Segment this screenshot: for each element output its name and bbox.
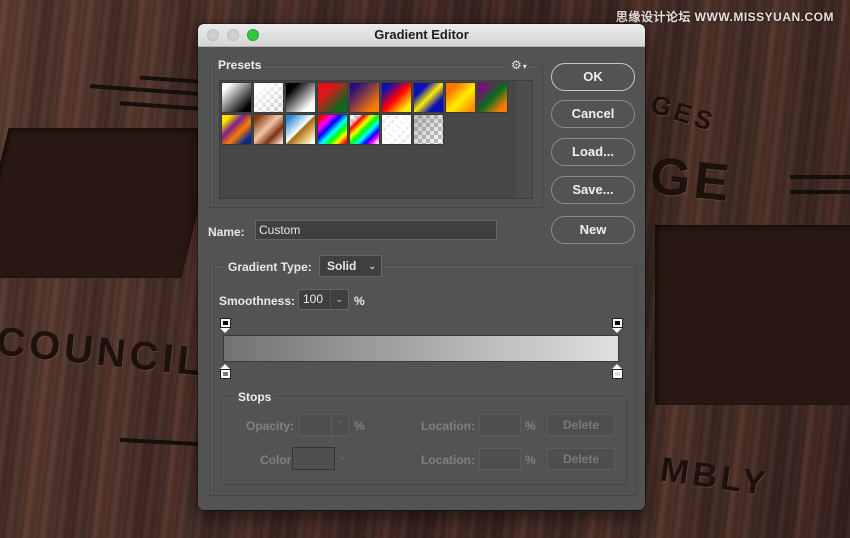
engraved-line [89, 84, 201, 96]
preset-swatch[interactable] [413, 114, 444, 145]
cancel-button[interactable]: Cancel [551, 100, 635, 128]
name-label: Name: [208, 225, 245, 239]
color-stop-icon [220, 369, 231, 379]
divider [330, 290, 331, 309]
preset-swatch[interactable] [221, 114, 252, 145]
gear-icon[interactable]: ⚙▾ [509, 58, 529, 72]
minimize-window-button[interactable] [227, 29, 239, 41]
preset-swatch[interactable] [221, 82, 252, 113]
opacity-stop-left[interactable] [220, 318, 231, 334]
preset-swatch[interactable] [349, 82, 380, 113]
engraved-word: COUNCIL [0, 319, 208, 385]
opacity-label: Opacity: [246, 419, 295, 433]
gradient-type-label: Gradient Type: [225, 260, 315, 274]
engraved-line [790, 190, 850, 194]
title-bar[interactable]: Gradient Editor [198, 24, 645, 47]
color-location-label: Location: [421, 453, 475, 467]
delete-color-stop-button[interactable]: Delete [547, 448, 615, 470]
opacity-location-input[interactable] [479, 414, 521, 436]
watermark: 思缘设计论坛 WWW.MISSYUAN.COM [615, 10, 834, 24]
preset-swatch[interactable] [317, 82, 348, 113]
preset-swatch[interactable] [445, 82, 476, 113]
dialog-title: Gradient Editor [374, 27, 469, 42]
ok-button[interactable]: OK [551, 63, 635, 91]
name-input[interactable]: Custom [255, 220, 497, 240]
stops-label: Stops [235, 390, 275, 404]
presets-label: Presets [215, 58, 265, 72]
opacity-input[interactable]: ⌄ [299, 414, 349, 436]
presets-list [219, 80, 533, 199]
zoom-window-button[interactable] [247, 29, 259, 41]
preset-swatch[interactable] [381, 114, 412, 145]
engraved-line [119, 437, 201, 447]
smoothness-input[interactable]: 100 ⌄ [298, 289, 349, 310]
stops-group [221, 396, 627, 485]
color-location-unit: % [525, 453, 536, 467]
preset-swatch[interactable] [253, 114, 284, 145]
opacity-unit: % [354, 419, 365, 433]
color-stop-left[interactable] [220, 364, 231, 380]
preset-swatch[interactable] [253, 82, 284, 113]
engraved-letter [655, 225, 850, 405]
chevron-down-icon[interactable]: ⌄ [335, 415, 343, 426]
smoothness-label: Smoothness: [219, 294, 296, 308]
opacity-location-unit: % [525, 419, 536, 433]
engraved-line [790, 175, 850, 179]
opacity-stop-right[interactable] [612, 318, 623, 334]
engraved-line [119, 101, 201, 111]
chevron-down-icon[interactable]: ⌄ [335, 290, 343, 309]
stop-pointer-icon [220, 328, 230, 333]
color-location-input[interactable] [479, 448, 521, 470]
color-label: Color: [260, 453, 296, 467]
preset-swatch-grid [221, 82, 508, 145]
save-button[interactable]: Save... [551, 176, 635, 204]
divider [331, 415, 332, 435]
stop-pointer-icon [612, 328, 622, 333]
new-button[interactable]: New [551, 216, 635, 244]
gradient-editor-dialog: Gradient Editor Presets ⚙▾ OK Cancel Loa… [198, 24, 645, 510]
presets-scrollbar[interactable] [515, 81, 532, 198]
engraved-word: GE [647, 146, 736, 214]
preset-swatch[interactable] [477, 82, 508, 113]
preset-swatch[interactable] [349, 114, 380, 145]
gradient-type-value: Solid [327, 259, 357, 273]
delete-opacity-stop-button[interactable]: Delete [547, 414, 615, 436]
gradient-type-select[interactable]: Solid ⌄ [319, 255, 382, 277]
engraved-word: MBLY [657, 450, 772, 504]
opacity-stop-icon [612, 318, 623, 328]
close-window-button[interactable] [207, 29, 219, 41]
opacity-location-label: Location: [421, 419, 475, 433]
preset-swatch[interactable] [413, 82, 444, 113]
preset-swatch[interactable] [381, 82, 412, 113]
smoothness-value: 100 [303, 292, 324, 306]
preset-swatch[interactable] [317, 114, 348, 145]
engraved-letter [0, 128, 219, 278]
preset-swatch[interactable] [285, 82, 316, 113]
chevron-down-icon: ⌄ [368, 261, 376, 271]
color-stop-right[interactable] [612, 364, 623, 380]
gradient-preview-bar[interactable] [223, 335, 619, 362]
smoothness-unit: % [354, 294, 365, 308]
opacity-stop-icon [220, 318, 231, 328]
engraved-word: GES [647, 88, 721, 138]
load-button[interactable]: Load... [551, 138, 635, 166]
chevron-down-icon[interactable]: ⌄ [339, 451, 347, 462]
stop-color-swatch[interactable] [292, 447, 335, 470]
preset-swatch[interactable] [285, 114, 316, 145]
color-stop-icon [612, 369, 623, 379]
